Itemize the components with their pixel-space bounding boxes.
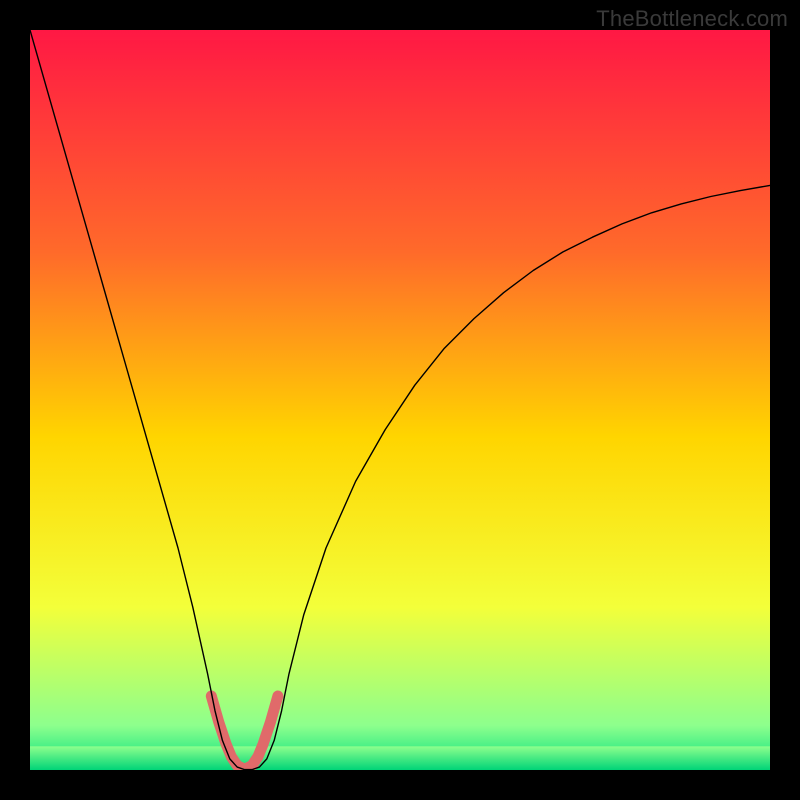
watermark-text: TheBottleneck.com xyxy=(596,6,788,32)
chart-plot-area xyxy=(30,30,770,770)
gradient-background xyxy=(30,30,770,770)
bottom-green-band xyxy=(30,746,770,770)
chart-svg xyxy=(30,30,770,770)
